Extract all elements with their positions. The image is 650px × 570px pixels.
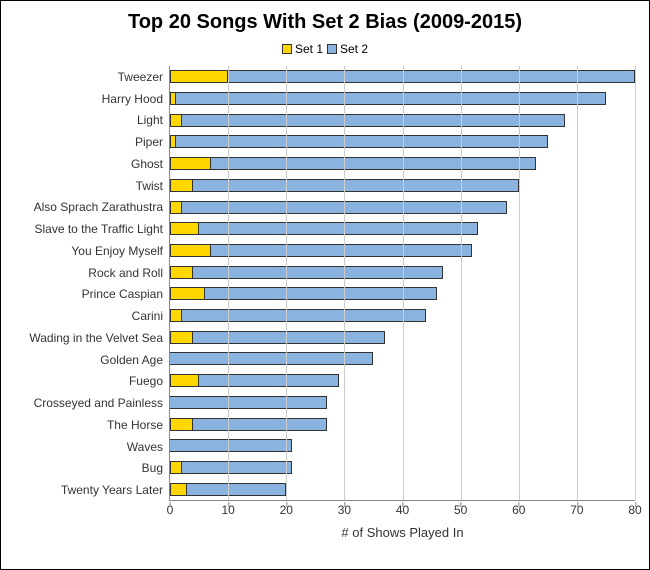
- grid-line: [403, 66, 404, 500]
- x-tick-label: 50: [454, 503, 467, 517]
- bar-segment-set1: [170, 157, 211, 170]
- legend-label-set2: Set 2: [340, 42, 368, 56]
- y-tick-label: Piper: [15, 131, 169, 153]
- grid-line: [344, 66, 345, 500]
- grid-line: [635, 66, 636, 500]
- y-tick-label: Tweezer: [15, 66, 169, 88]
- x-tick-label: 30: [338, 503, 351, 517]
- y-tick-label: Golden Age: [15, 349, 169, 371]
- x-tick-label: 20: [280, 503, 293, 517]
- x-tick-label: 70: [570, 503, 583, 517]
- y-tick-label: Bug: [15, 458, 169, 480]
- y-tick-label: The Horse: [15, 414, 169, 436]
- x-tick-label: 80: [628, 503, 641, 517]
- x-axis: 01020304050607080: [170, 501, 635, 519]
- grid-line: [228, 66, 229, 500]
- bar-segment-set1: [170, 114, 182, 127]
- bar-segment-set2: [170, 352, 373, 365]
- plot-region: [170, 66, 635, 501]
- grid-line: [577, 66, 578, 500]
- bar-segment-set2: [211, 244, 473, 257]
- bar-segment-set2: [228, 70, 635, 83]
- bar-segment-set1: [170, 70, 228, 83]
- grid-line: [519, 66, 520, 500]
- bar-segment-set1: [170, 331, 193, 344]
- y-tick-label: Carini: [15, 305, 169, 327]
- bar-segment-set2: [170, 396, 327, 409]
- x-tick-label: 60: [512, 503, 525, 517]
- grid-line: [286, 66, 287, 500]
- bar-segment-set1: [170, 418, 193, 431]
- y-tick-label: Harry Hood: [15, 88, 169, 110]
- bar-segment-set2: [193, 179, 519, 192]
- bar-segment-set2: [176, 135, 548, 148]
- bar-segment-set1: [170, 266, 193, 279]
- bar-segment-set1: [170, 461, 182, 474]
- legend-label-set1: Set 1: [295, 42, 323, 56]
- bar-segment-set2: [176, 92, 606, 105]
- y-tick-label: Twist: [15, 175, 169, 197]
- x-tick-label: 10: [221, 503, 234, 517]
- bar-segment-set1: [170, 287, 205, 300]
- bar-segment-set2: [187, 483, 286, 496]
- legend-item-set2: Set 2: [327, 42, 368, 56]
- y-tick-label: Prince Caspian: [15, 284, 169, 306]
- x-tick-label: 0: [167, 503, 174, 517]
- y-tick-label: Fuego: [15, 371, 169, 393]
- y-tick-label: Crosseyed and Painless: [15, 392, 169, 414]
- bar-segment-set2: [182, 309, 426, 322]
- bar-segment-set2: [182, 114, 566, 127]
- y-tick-label: Twenty Years Later: [15, 479, 169, 501]
- chart-container: Top 20 Songs With Set 2 Bias (2009-2015)…: [0, 0, 650, 570]
- bar-segment-set2: [193, 418, 327, 431]
- x-axis-title: # of Shows Played In: [170, 525, 635, 540]
- bar-segment-set2: [170, 439, 292, 452]
- legend-swatch-set2: [327, 44, 337, 54]
- y-tick-label: Wading in the Velvet Sea: [15, 327, 169, 349]
- bar-segment-set1: [170, 201, 182, 214]
- bar-segment-set1: [170, 309, 182, 322]
- y-tick-label: Rock and Roll: [15, 262, 169, 284]
- bar-segment-set1: [170, 374, 199, 387]
- y-tick-label: Ghost: [15, 153, 169, 175]
- legend-item-set1: Set 1: [282, 42, 323, 56]
- plot-area: TweezerHarry HoodLightPiperGhostTwistAls…: [15, 66, 635, 501]
- bar-segment-set2: [199, 222, 478, 235]
- y-tick-label: Waves: [15, 436, 169, 458]
- bar-segment-set1: [170, 222, 199, 235]
- bar-segment-set2: [199, 374, 339, 387]
- legend-swatch-set1: [282, 44, 292, 54]
- legend: Set 1 Set 2: [15, 42, 635, 56]
- bar-segment-set1: [170, 483, 187, 496]
- bar-segment-set2: [182, 461, 292, 474]
- grid-line: [461, 66, 462, 500]
- y-tick-label: Also Sprach Zarathustra: [15, 197, 169, 219]
- x-tick-label: 40: [396, 503, 409, 517]
- y-axis: TweezerHarry HoodLightPiperGhostTwistAls…: [15, 66, 170, 501]
- bar-segment-set1: [170, 244, 211, 257]
- bar-segment-set2: [193, 266, 443, 279]
- bar-segment-set1: [170, 179, 193, 192]
- bar-segment-set2: [193, 331, 385, 344]
- chart-title: Top 20 Songs With Set 2 Bias (2009-2015): [15, 11, 635, 34]
- y-tick-label: Slave to the Traffic Light: [15, 218, 169, 240]
- y-tick-label: Light: [15, 110, 169, 132]
- bar-segment-set2: [211, 157, 537, 170]
- y-tick-label: You Enjoy Myself: [15, 240, 169, 262]
